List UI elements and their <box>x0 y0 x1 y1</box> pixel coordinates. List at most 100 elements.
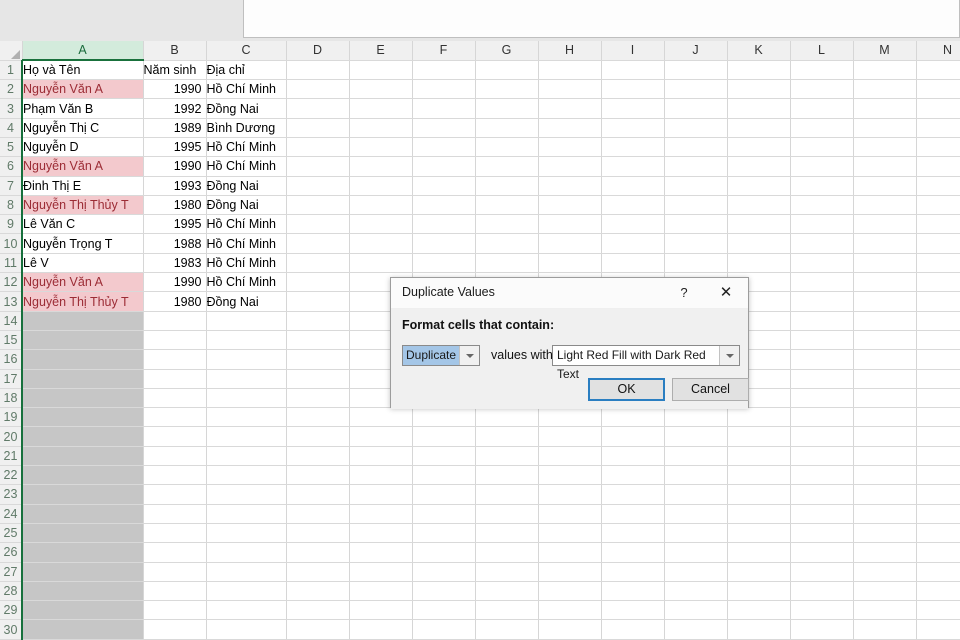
cell-E8[interactable] <box>349 195 412 214</box>
cell-N25[interactable] <box>916 523 960 542</box>
cell-N6[interactable] <box>916 157 960 176</box>
cell-G28[interactable] <box>475 581 538 600</box>
cell-E20[interactable] <box>349 427 412 446</box>
cell-N4[interactable] <box>916 118 960 137</box>
cell-C28[interactable] <box>206 581 286 600</box>
cell-M27[interactable] <box>853 562 916 581</box>
cell-N14[interactable] <box>916 311 960 330</box>
cell-N20[interactable] <box>916 427 960 446</box>
cell-E21[interactable] <box>349 446 412 465</box>
rule-type-value[interactable]: Duplicate <box>403 346 459 365</box>
row-header-3[interactable]: 3 <box>0 99 22 118</box>
cell-C6[interactable]: Hồ Chí Minh <box>206 157 286 176</box>
cell-J29[interactable] <box>664 601 727 620</box>
cell-M4[interactable] <box>853 118 916 137</box>
cell-L15[interactable] <box>790 330 853 349</box>
cell-B12[interactable]: 1990 <box>143 273 206 292</box>
cell-B4[interactable]: 1989 <box>143 118 206 137</box>
cell-H4[interactable] <box>538 118 601 137</box>
cell-I30[interactable] <box>601 620 664 639</box>
cell-N16[interactable] <box>916 350 960 369</box>
cell-B25[interactable] <box>143 523 206 542</box>
cell-L18[interactable] <box>790 388 853 407</box>
cell-M11[interactable] <box>853 253 916 272</box>
cell-L27[interactable] <box>790 562 853 581</box>
cell-I26[interactable] <box>601 543 664 562</box>
row-header-1[interactable]: 1 <box>0 60 22 79</box>
cell-C12[interactable]: Hồ Chí Minh <box>206 273 286 292</box>
cell-H30[interactable] <box>538 620 601 639</box>
cell-L29[interactable] <box>790 601 853 620</box>
cell-B18[interactable] <box>143 388 206 407</box>
cell-B2[interactable]: 1990 <box>143 80 206 99</box>
cell-K3[interactable] <box>727 99 790 118</box>
cell-D29[interactable] <box>286 601 349 620</box>
column-header-e[interactable]: E <box>349 41 412 60</box>
cell-K11[interactable] <box>727 253 790 272</box>
row-header-4[interactable]: 4 <box>0 118 22 137</box>
cell-E25[interactable] <box>349 523 412 542</box>
cell-H27[interactable] <box>538 562 601 581</box>
cell-H22[interactable] <box>538 466 601 485</box>
cell-A23[interactable] <box>22 485 143 504</box>
cell-C26[interactable] <box>206 543 286 562</box>
row-header-28[interactable]: 28 <box>0 581 22 600</box>
column-header-h[interactable]: H <box>538 41 601 60</box>
cell-G3[interactable] <box>475 99 538 118</box>
cell-G8[interactable] <box>475 195 538 214</box>
cell-E19[interactable] <box>349 408 412 427</box>
cell-E1[interactable] <box>349 60 412 79</box>
column-header-k[interactable]: K <box>727 41 790 60</box>
cell-M21[interactable] <box>853 446 916 465</box>
cell-G7[interactable] <box>475 176 538 195</box>
cell-D25[interactable] <box>286 523 349 542</box>
cell-D30[interactable] <box>286 620 349 639</box>
cell-H23[interactable] <box>538 485 601 504</box>
cell-D20[interactable] <box>286 427 349 446</box>
cell-K5[interactable] <box>727 137 790 156</box>
cell-J11[interactable] <box>664 253 727 272</box>
cell-A17[interactable] <box>22 369 143 388</box>
cell-F5[interactable] <box>412 137 475 156</box>
cell-L21[interactable] <box>790 446 853 465</box>
cell-D19[interactable] <box>286 408 349 427</box>
cell-M18[interactable] <box>853 388 916 407</box>
cell-D14[interactable] <box>286 311 349 330</box>
row-header-25[interactable]: 25 <box>0 523 22 542</box>
cell-N8[interactable] <box>916 195 960 214</box>
cell-M25[interactable] <box>853 523 916 542</box>
cell-J23[interactable] <box>664 485 727 504</box>
cell-K6[interactable] <box>727 157 790 176</box>
cell-L24[interactable] <box>790 504 853 523</box>
help-icon[interactable]: ? <box>674 283 694 303</box>
cell-B8[interactable]: 1980 <box>143 195 206 214</box>
cell-C22[interactable] <box>206 466 286 485</box>
cell-E7[interactable] <box>349 176 412 195</box>
cell-D13[interactable] <box>286 292 349 311</box>
ok-button[interactable]: OK <box>588 378 665 401</box>
cell-G11[interactable] <box>475 253 538 272</box>
cell-I23[interactable] <box>601 485 664 504</box>
cell-B3[interactable]: 1992 <box>143 99 206 118</box>
cell-A3[interactable]: Phạm Văn B <box>22 99 143 118</box>
cell-N24[interactable] <box>916 504 960 523</box>
cell-M9[interactable] <box>853 215 916 234</box>
cell-F9[interactable] <box>412 215 475 234</box>
cell-H10[interactable] <box>538 234 601 253</box>
cell-N7[interactable] <box>916 176 960 195</box>
cell-H11[interactable] <box>538 253 601 272</box>
cell-A27[interactable] <box>22 562 143 581</box>
cell-E9[interactable] <box>349 215 412 234</box>
cell-C5[interactable]: Hồ Chí Minh <box>206 137 286 156</box>
row-header-23[interactable]: 23 <box>0 485 22 504</box>
cell-C14[interactable] <box>206 311 286 330</box>
cell-C9[interactable]: Hồ Chí Minh <box>206 215 286 234</box>
row-header-26[interactable]: 26 <box>0 543 22 562</box>
cell-L2[interactable] <box>790 80 853 99</box>
cell-L13[interactable] <box>790 292 853 311</box>
cell-L5[interactable] <box>790 137 853 156</box>
cell-J27[interactable] <box>664 562 727 581</box>
cell-D21[interactable] <box>286 446 349 465</box>
cell-C3[interactable]: Đồng Nai <box>206 99 286 118</box>
cell-L28[interactable] <box>790 581 853 600</box>
